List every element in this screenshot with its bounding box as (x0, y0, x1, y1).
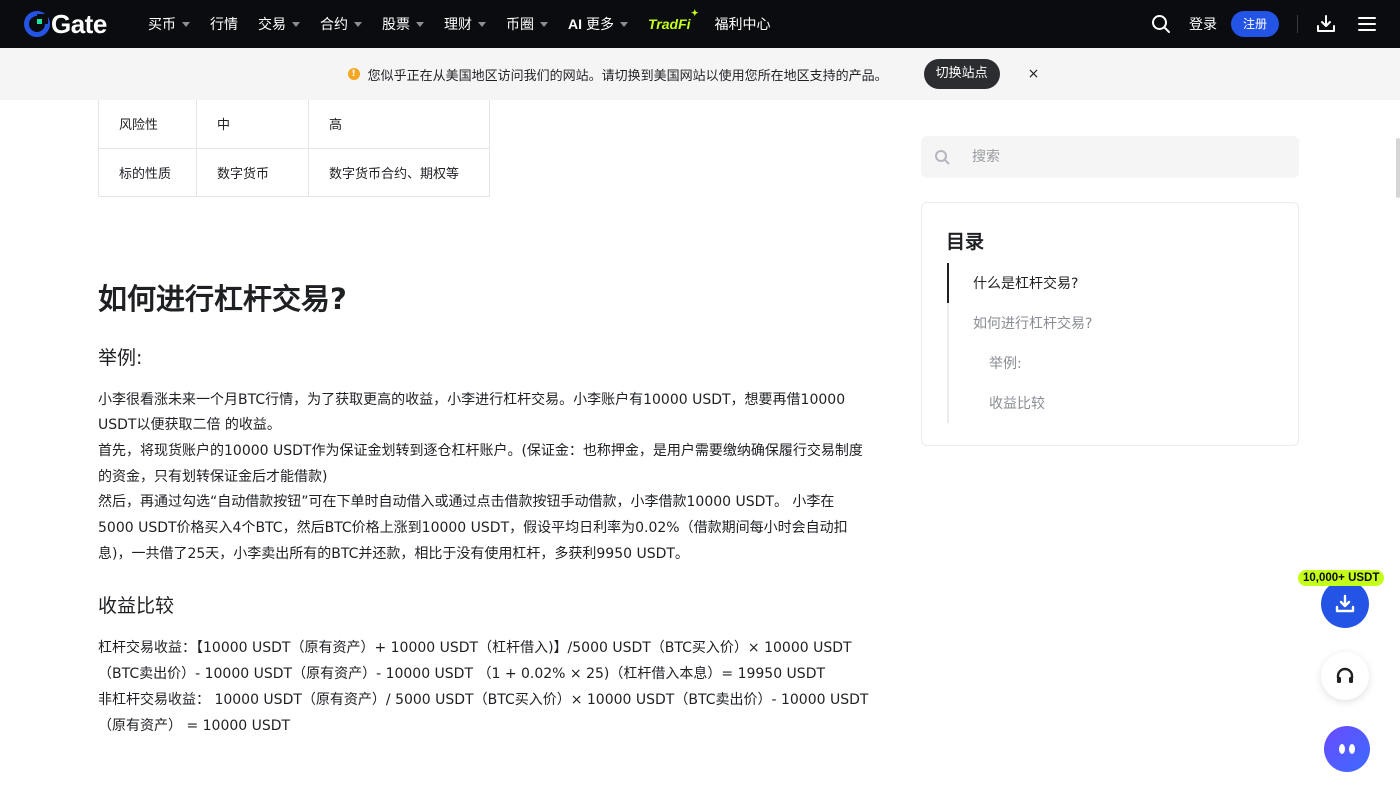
nav-item-label: 更多 (586, 17, 614, 33)
table-row: 风险性 中 高 (98, 100, 490, 149)
toc-active-indicator (947, 263, 949, 303)
toc-item-how-to-trade[interactable]: 如何进行杠杆交易? (973, 313, 1092, 333)
login-link[interactable]: 登录 (1189, 14, 1217, 34)
register-button[interactable]: 注册 (1230, 11, 1279, 37)
promo-badge[interactable]: 10,000+ USDT (1298, 570, 1385, 586)
table-cell: 风险性 (98, 100, 197, 149)
nav-item-label: 交易 (258, 17, 286, 33)
switch-site-button[interactable]: 切换站点 (923, 59, 1000, 89)
nav-item-label: 币圈 (506, 17, 534, 33)
chevron-down-icon (620, 21, 628, 27)
customer-support-button[interactable] (1321, 652, 1369, 700)
table-cell: 数字货币 (196, 147, 309, 197)
search-box[interactable] (921, 136, 1299, 178)
menu-icon[interactable] (1358, 16, 1376, 32)
nav-item-earn[interactable]: 理财 (444, 14, 486, 34)
paragraph: 首先，将现货账户的10000 USDT作为保证金划转到逐仓杠杆账户。(保证金：也… (98, 442, 863, 485)
warning-icon: ! (347, 68, 360, 80)
toc-title: 目录 (946, 231, 985, 253)
nav-item-label: 买币 (148, 17, 176, 33)
chevron-down-icon (416, 21, 424, 27)
tradfi-logo: TradFi (648, 16, 691, 32)
region-notice-bar: ! 您似乎正在从美国地区访问我们的网站。请切换到美国网站以使用您所在地区支持的产… (0, 48, 1400, 100)
nav-item-label: 股票 (382, 17, 410, 33)
article-content: 风险性 中 高 标的性质 数字货币 数字货币合约、期权等 如何进行杠杆交易? 举… (98, 100, 870, 739)
toc-item-compare[interactable]: 收益比较 (989, 393, 1045, 413)
nav-item-more[interactable]: AI 更多 (568, 14, 628, 34)
download-icon (1335, 594, 1355, 613)
search-icon (935, 150, 950, 165)
nav-item-buy-crypto[interactable]: 买币 (148, 14, 190, 34)
nav-item-stocks[interactable]: 股票 (382, 14, 424, 34)
section-heading: 如何进行杠杆交易? (98, 281, 347, 316)
bot-icon (1339, 744, 1355, 754)
search-input[interactable] (972, 149, 1272, 165)
app-download-button[interactable] (1321, 580, 1369, 628)
table-row: 标的性质 数字货币 数字货币合约、期权等 (98, 147, 490, 197)
nav-menu: 买币 行情 交易 合约 股票 理财 币圈 AI 更多 TradFi ✦ 福利中心 (148, 0, 791, 48)
table-cell: 标的性质 (98, 147, 197, 197)
top-nav: Gate 买币 行情 交易 合约 股票 理财 币圈 AI 更多 TradFi ✦… (0, 0, 1400, 48)
close-icon[interactable]: × (1028, 66, 1040, 82)
gate-logo[interactable]: Gate (24, 11, 107, 37)
search-icon[interactable] (1151, 14, 1171, 34)
nav-item-markets[interactable]: 行情 (210, 14, 238, 34)
notice-text: 您似乎正在从美国地区访问我们的网站。请切换到美国网站以使用您所在地区支持的产品。 (367, 68, 888, 84)
table-of-contents: 目录 什么是杠杆交易? 如何进行杠杆交易? 举例: 收益比较 (921, 202, 1299, 446)
table-cell: 中 (196, 100, 309, 149)
nav-item-label: 行情 (210, 17, 238, 33)
nav-divider (1297, 15, 1298, 33)
nav-item-futures[interactable]: 合约 (320, 14, 362, 34)
nav-item-label: 理财 (444, 17, 472, 33)
table-cell: 数字货币合约、期权等 (308, 147, 490, 197)
example-heading: 举例: (98, 346, 143, 369)
toc-item-what-is-margin[interactable]: 什么是杠杆交易? (973, 273, 1078, 293)
nav-item-label: 福利中心 (714, 17, 771, 33)
ai-assistant-button[interactable] (1324, 726, 1370, 772)
ai-icon: AI (568, 16, 582, 32)
toc-item-example[interactable]: 举例: (989, 353, 1022, 373)
chevron-down-icon (182, 21, 190, 27)
nav-item-trade[interactable]: 交易 (258, 14, 300, 34)
nav-item-label: 合约 (320, 17, 348, 33)
chevron-down-icon (540, 21, 548, 27)
paragraph: 非杠杆交易收益： 10000 USDT（原有资产）/ 5000 USDT（BTC… (98, 691, 869, 734)
logo-text: Gate (51, 9, 107, 39)
comparison-table: 风险性 中 高 标的性质 数字货币 数字货币合约、期权等 (98, 100, 490, 197)
download-icon[interactable] (1316, 14, 1336, 34)
scrollbar-thumb[interactable] (1396, 138, 1400, 198)
sparkle-icon: ✦ (690, 8, 699, 18)
nav-item-community[interactable]: 币圈 (506, 14, 548, 34)
table-cell: 高 (308, 100, 490, 149)
gate-logo-icon (24, 11, 50, 37)
headset-icon (1336, 667, 1354, 683)
chevron-down-icon (478, 21, 486, 27)
chevron-down-icon (354, 21, 362, 27)
nav-item-tradfi[interactable]: TradFi ✦ (648, 8, 699, 32)
nav-item-rewards[interactable]: 福利中心 (715, 14, 771, 34)
compare-heading: 收益比较 (98, 595, 175, 618)
paragraph: 小李很看涨未来一个月BTC行情，为了获取更高的收益，小李进行杠杆交易。小李账户有… (98, 391, 846, 434)
paragraph: 杠杆交易收益：【10000 USDT（原有资产）+ 10000 USDT（杠杆借… (98, 640, 852, 683)
chevron-down-icon (292, 21, 300, 27)
paragraph: 然后，再通过勾选“自动借款按钮”可在下单时自动借入或通过点击借款按钮手动借款，小… (98, 494, 848, 562)
nav-actions: 登录 注册 (1151, 0, 1376, 48)
